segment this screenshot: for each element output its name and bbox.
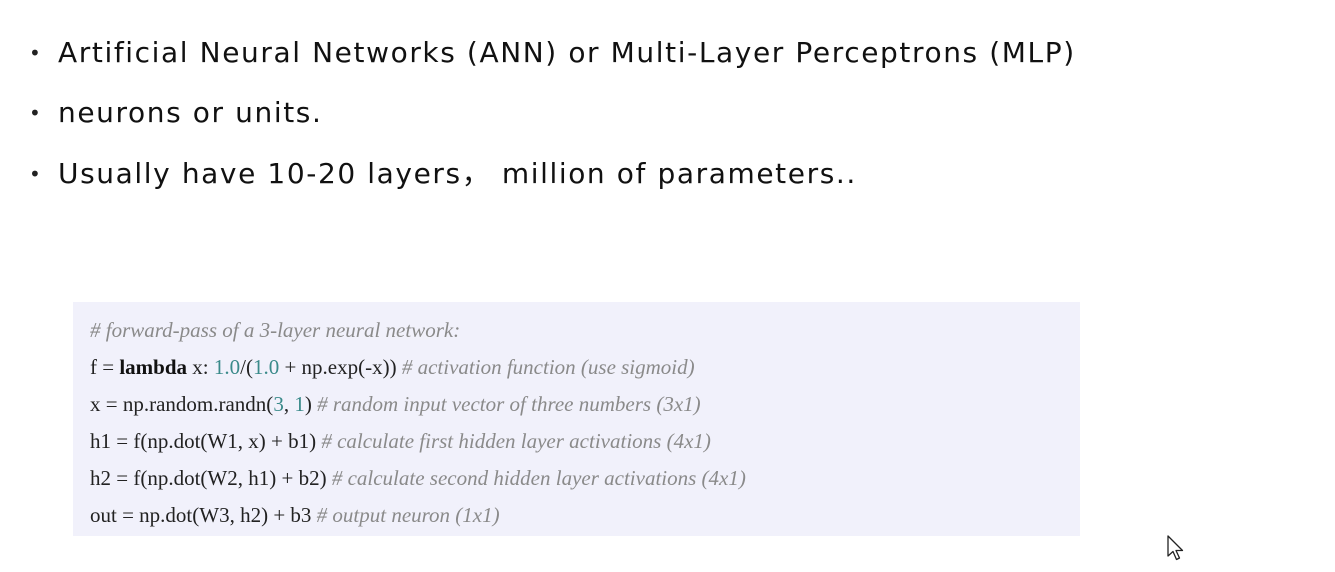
code-text: x: <box>187 355 214 379</box>
code-comment: # forward-pass of a 3-layer neural netwo… <box>90 318 461 342</box>
bullet-text: neurons or units. <box>58 96 323 129</box>
code-comment: # output neuron (1x1) <box>316 503 500 527</box>
code-line-5: h2 = f(np.dot(W2, h1) + b2) # calculate … <box>90 463 746 493</box>
bullet-marker: • <box>29 162 41 186</box>
bullet-item-ann: • Artificial Neural Networks (ANN) or Mu… <box>0 33 1200 73</box>
code-text: out = np.dot(W3, h2) + b3 <box>90 503 317 527</box>
code-text: x = np.random.randn( <box>90 392 274 416</box>
code-line-4: h1 = f(np.dot(W1, x) + b1) # calculate f… <box>90 426 711 456</box>
code-comment: # calculate second hidden layer activati… <box>331 466 746 490</box>
bullet-marker: • <box>29 101 41 125</box>
code-number: 1 <box>294 392 305 416</box>
bullet-text: Usually have 10-20 layers， million of pa… <box>58 157 857 190</box>
code-comment: # random input vector of three numbers (… <box>317 392 701 416</box>
mouse-pointer-icon <box>1166 535 1186 563</box>
bullet-item-neurons: • neurons or units. <box>0 93 1200 133</box>
code-text: /( <box>240 355 253 379</box>
code-line-1: # forward-pass of a 3-layer neural netwo… <box>90 315 460 345</box>
code-block: # forward-pass of a 3-layer neural netwo… <box>73 302 1080 536</box>
code-comment: # calculate first hidden layer activatio… <box>321 429 711 453</box>
code-text: ) <box>304 392 318 416</box>
code-text: h2 = f(np.dot(W2, h1) + b2) <box>90 466 332 490</box>
code-text: f = <box>90 355 120 379</box>
code-comment: # activation function (use sigmoid) <box>401 355 695 379</box>
bullet-text: Artificial Neural Networks (ANN) or Mult… <box>58 36 1076 69</box>
code-line-2: f = lambda x: 1.0/(1.0 + np.exp(-x)) # a… <box>90 352 695 382</box>
code-keyword: lambda <box>119 355 188 379</box>
code-text: + np.exp(-x)) <box>279 355 402 379</box>
code-text: h1 = f(np.dot(W1, x) + b1) <box>90 429 322 453</box>
code-text: , <box>283 392 295 416</box>
code-number: 1.0 <box>252 355 280 379</box>
code-line-3: x = np.random.randn(3, 1) # random input… <box>90 389 701 419</box>
code-line-6: out = np.dot(W3, h2) + b3 # output neuro… <box>90 500 500 530</box>
code-number: 3 <box>273 392 284 416</box>
bullet-marker: • <box>29 41 41 65</box>
code-number: 1.0 <box>213 355 241 379</box>
bullet-item-layers: • Usually have 10-20 layers， million of … <box>0 154 1200 194</box>
